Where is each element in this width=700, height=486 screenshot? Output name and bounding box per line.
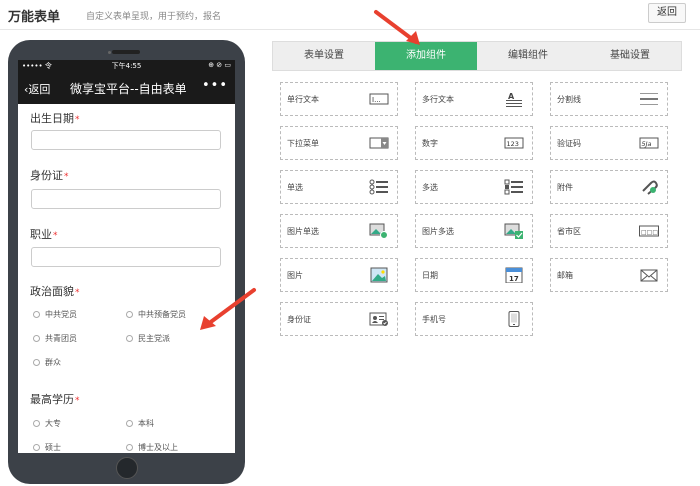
settings-tabs: 表单设置 添加组件 编辑组件 基础设置 [272,41,682,71]
radio-circle [126,311,133,318]
checkbox-list-icon [504,179,523,195]
radio-circle [33,335,40,342]
component-image[interactable]: 图片 [280,258,398,292]
tab-form-settings[interactable]: 表单设置 [273,42,375,70]
more-icon[interactable]: ••• [202,78,228,93]
radio-option[interactable]: 中共党员 [33,309,77,320]
region-icon: □□□ [639,225,659,237]
component-date[interactable]: 日期 17 [415,258,533,292]
component-divider[interactable]: 分割线 [550,82,668,116]
component-number[interactable]: 数字 123 [415,126,533,160]
single-line-text-icon: I... [369,93,389,105]
phone-speaker [112,50,140,54]
nav-back-button[interactable]: ‹返回 [24,81,50,97]
svg-text:17: 17 [509,275,519,283]
radio-circle [126,335,133,342]
radio-circle [33,359,40,366]
mail-icon [640,269,658,282]
page-subtitle: 自定义表单呈现，用于预约，报名 [86,12,222,22]
component-image-checkbox[interactable]: 图片多选 [415,214,533,248]
nav-title: 微享宝平台--自由表单 [70,82,187,96]
svg-text:A: A [508,92,515,101]
component-multi-line-text[interactable]: 多行文本 A [415,82,533,116]
component-single-line-text[interactable]: 单行文本 I... [280,82,398,116]
phone-preview: ••••• 令 下午4:55 ⊕ ⊘ ▭ ‹返回 微享宝平台--自由表单 •••… [8,40,245,484]
idcard-input[interactable] [31,189,221,209]
phone-camera [108,51,111,54]
radio-option[interactable]: 硕士 [33,442,61,453]
paperclip-icon [642,180,658,195]
radio-option[interactable]: 共青团员 [33,333,77,344]
mobile-phone-icon [508,311,520,327]
radio-option[interactable]: 大专 [33,418,61,429]
back-button[interactable]: 返回 [648,3,686,23]
captcha-icon: 5Ja [639,137,659,149]
page-title: 万能表单 [8,10,61,25]
tab-basic-settings[interactable]: 基础设置 [579,42,681,70]
component-checkbox[interactable]: 多选 [415,170,533,204]
nav-bar: ‹返回 微享宝平台--自由表单 ••• [18,72,235,104]
phone-screen: ••••• 令 下午4:55 ⊕ ⊘ ▭ ‹返回 微享宝平台--自由表单 •••… [18,60,235,453]
number-icon: 123 [504,137,524,149]
image-checkbox-icon [504,223,523,239]
svg-text:5Ja: 5Ja [642,140,652,148]
radio-option[interactable]: 中共预备党员 [126,309,186,320]
field-label-occupation: 职业* [30,228,58,241]
svg-text:I...: I... [372,96,381,104]
radio-option[interactable]: 群众 [33,357,61,368]
status-time: 下午4:55 [111,62,142,70]
calendar-icon: 17 [505,267,523,283]
radio-option[interactable]: 博士及以上 [126,442,178,453]
image-icon [370,267,388,283]
radio-circle [126,444,133,451]
component-image-radio[interactable]: 图片单选 [280,214,398,248]
svg-text:123: 123 [507,140,519,148]
radio-option[interactable]: 本科 [126,418,154,429]
field-label-idcard: 身份证* [30,169,69,182]
radio-list-icon [369,179,388,195]
multi-line-text-icon: A [506,92,522,107]
tab-edit-component[interactable]: 编辑组件 [477,42,579,70]
home-button[interactable] [116,457,138,479]
radio-circle [33,420,40,427]
divider-icon [640,93,658,105]
radio-circle [126,420,133,427]
component-mobile[interactable]: 手机号 [415,302,533,336]
component-radio[interactable]: 单选 [280,170,398,204]
occupation-input[interactable] [31,247,221,267]
radio-option[interactable]: 民主党派 [126,333,170,344]
status-bar: ••••• 令 下午4:55 ⊕ ⊘ ▭ [18,60,235,72]
radio-circle [33,311,40,318]
component-attachment[interactable]: 附件 [550,170,668,204]
status-icons: ⊕ ⊘ ▭ [208,61,231,69]
component-captcha[interactable]: 验证码 5Ja [550,126,668,160]
dropdown-icon [369,137,389,149]
component-dropdown[interactable]: 下拉菜单 [280,126,398,160]
image-radio-icon [369,223,388,239]
arrow-annotation [374,10,420,45]
component-region[interactable]: 省市区 □□□ [550,214,668,248]
component-email[interactable]: 邮箱 [550,258,668,292]
id-card-icon [369,312,388,326]
birthdate-input[interactable] [31,130,221,150]
component-id-card[interactable]: 身份证 [280,302,398,336]
field-label-birthdate: 出生日期* [30,112,80,125]
field-label-education: 最高学历* [30,393,80,406]
page-header: 万能表单 自定义表单呈现，用于预约，报名 返回 [0,0,700,30]
svg-text:□□□: □□□ [641,229,658,236]
field-label-politics: 政治面貌* [30,285,80,298]
radio-circle [33,444,40,451]
arrow-annotation [200,288,256,330]
